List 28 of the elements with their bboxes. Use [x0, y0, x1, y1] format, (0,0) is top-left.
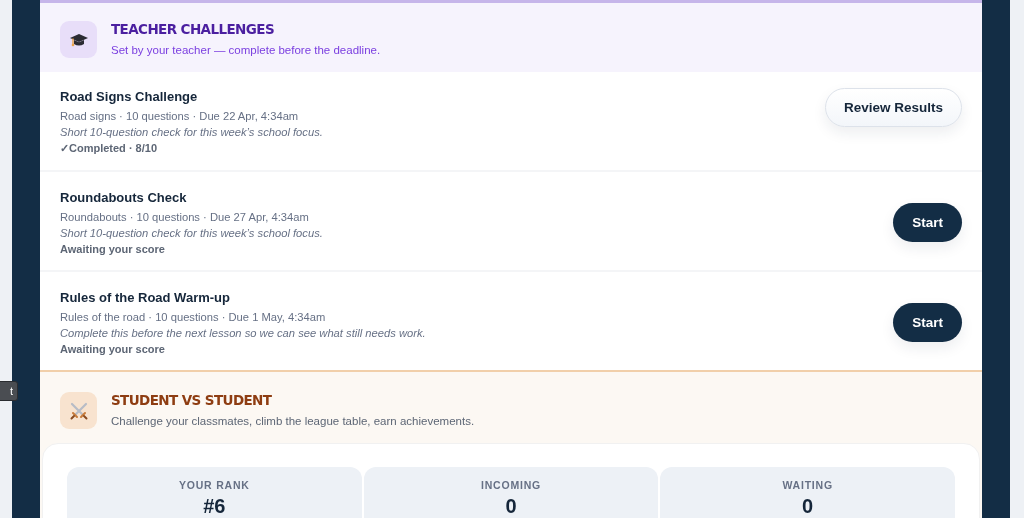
challenge-meta: Rules of the road · 10 questions · Due 1 May, 4:34am: [60, 310, 327, 323]
stat-value: 0: [505, 495, 517, 518]
challenge-description: Short 10-question check for this week’s school focus.: [60, 126, 323, 138]
challenge-status: ✓Completed · 8/10: [60, 142, 159, 155]
challenge-description: Short 10-question check for this week’s school focus.: [60, 226, 323, 239]
stat-label: WAITING: [782, 479, 833, 491]
stat-value: #6: [203, 495, 226, 518]
challenge-meta: Roundabouts · 10 questions · Due 27 Apr, 4:34am: [60, 210, 310, 223]
stat-value: 0: [802, 495, 814, 518]
challenge-description: Complete this before the next lesson so we can see what still needs work.: [60, 326, 426, 339]
section-title: TEACHER CHALLENGES: [111, 21, 275, 37]
start-button[interactable]: Start: [893, 202, 962, 242]
start-button[interactable]: Start: [893, 302, 962, 342]
stat-label: YOUR RANK: [178, 479, 250, 491]
graduation-cap-icon: [60, 21, 97, 58]
section-title: STUDENT VS STUDENT: [111, 392, 273, 408]
challenge-status: Awaiting your score: [60, 242, 166, 255]
stat-label: INCOMING: [480, 479, 542, 491]
tooltip: t: [0, 381, 18, 401]
review-results-button[interactable]: Review Results: [824, 87, 962, 127]
challenge-title: Roundabouts Check: [60, 189, 188, 205]
crossed-swords-icon: [60, 392, 97, 429]
challenge-title: Rules of the Road Warm-up: [60, 289, 231, 305]
section-subtitle: Challenge your classmates, climb the league table, earn achievements.: [111, 415, 475, 427]
challenge-status: Awaiting your score: [60, 342, 166, 355]
section-subtitle: Set by your teacher — complete before the deadline.: [111, 44, 381, 56]
challenge-meta: Road signs · 10 questions · Due 22 Apr, 4:34am: [60, 110, 300, 122]
challenge-title: Road Signs Challenge: [60, 89, 199, 104]
